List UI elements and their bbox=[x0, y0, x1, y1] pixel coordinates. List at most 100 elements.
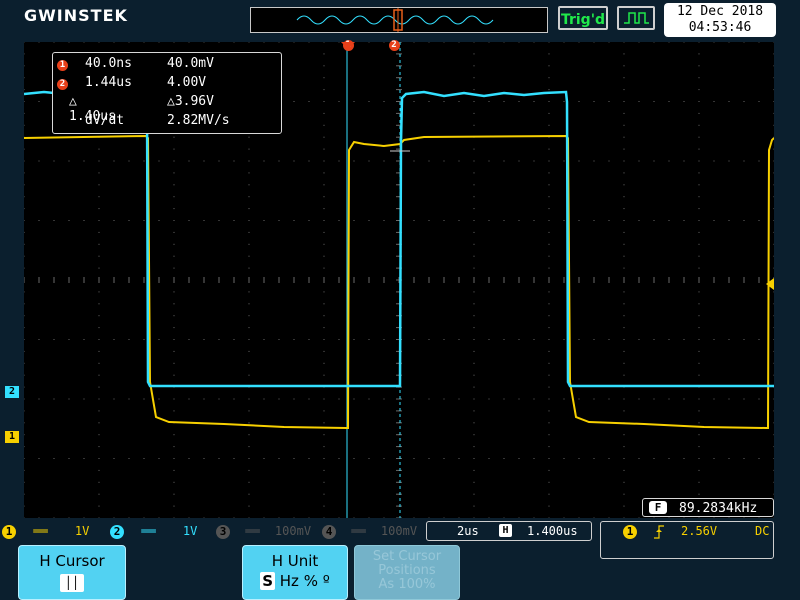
grid-dot bbox=[323, 422, 325, 424]
channel-1-ground-marker[interactable]: 1 bbox=[5, 431, 19, 443]
grid-dot bbox=[653, 398, 655, 400]
trigger-mode-pulse-icon[interactable] bbox=[617, 6, 655, 30]
grid-dot bbox=[323, 517, 325, 518]
grid-dot bbox=[158, 517, 160, 518]
grid-dot bbox=[248, 434, 250, 436]
grid-dot bbox=[98, 505, 100, 507]
grid-dot bbox=[323, 112, 325, 114]
grid-dot bbox=[308, 42, 310, 43]
grid-dot bbox=[383, 160, 385, 162]
grid-dot bbox=[218, 339, 220, 340]
grid-dot bbox=[698, 398, 700, 400]
channel-2-status[interactable]: 2 ══ 1V bbox=[110, 521, 197, 541]
grid-dot bbox=[563, 160, 565, 162]
grid-dot bbox=[443, 101, 445, 102]
set-cursor-positions-softkey[interactable]: Set Cursor Positions As 100% bbox=[354, 545, 460, 600]
channel-2-ground-marker[interactable]: 2 bbox=[5, 386, 19, 398]
grid-dot bbox=[323, 410, 325, 412]
grid-dot bbox=[143, 398, 145, 400]
trigger-panel[interactable]: 1 2.56V DC bbox=[600, 521, 774, 559]
grid-dot bbox=[323, 148, 325, 150]
channel-1-status[interactable]: 1 ══ 1V bbox=[2, 521, 89, 541]
grid-dot bbox=[98, 220, 100, 221]
channel-4-status[interactable]: 4 ══ 100mV bbox=[322, 521, 417, 541]
grid-dot bbox=[773, 446, 774, 448]
grid-dot bbox=[593, 458, 595, 459]
grid-dot bbox=[98, 291, 100, 293]
grid-dot bbox=[368, 398, 370, 400]
grid-dot bbox=[24, 398, 25, 400]
grid-dot bbox=[263, 220, 265, 221]
grid-dot bbox=[668, 42, 670, 43]
grid-dot bbox=[233, 517, 235, 518]
grid-dot bbox=[668, 220, 670, 221]
grid-dot bbox=[773, 172, 774, 174]
grid-dot bbox=[698, 493, 700, 495]
grid-dot bbox=[473, 160, 475, 162]
grid-dot bbox=[248, 446, 250, 448]
grid-dot bbox=[698, 112, 700, 114]
grid-dot bbox=[278, 42, 280, 43]
grid-dot bbox=[248, 255, 250, 257]
grid-dot bbox=[773, 42, 774, 43]
grid-dot bbox=[683, 160, 685, 162]
grid-dot bbox=[473, 53, 475, 55]
grid-dot bbox=[578, 101, 580, 102]
grid-dot bbox=[218, 42, 220, 43]
channel-3-status[interactable]: 3 ══ 100mV bbox=[216, 521, 311, 541]
grid-dot bbox=[548, 77, 550, 79]
grid-dot bbox=[623, 148, 625, 150]
grid-dot bbox=[773, 124, 774, 126]
grid-dot bbox=[323, 267, 325, 269]
grid-dot bbox=[623, 124, 625, 126]
grid-dot bbox=[548, 315, 550, 317]
grid-dot bbox=[353, 160, 355, 162]
grid-dot bbox=[293, 42, 295, 43]
grid-dot bbox=[323, 231, 325, 233]
grid-dot bbox=[503, 517, 505, 518]
grid-dot bbox=[113, 398, 115, 400]
cursor-2-marker[interactable]: 2 bbox=[387, 39, 401, 51]
grid-dot bbox=[308, 398, 310, 400]
grid-dot bbox=[203, 458, 205, 459]
grid-dot bbox=[548, 112, 550, 114]
grid-dot bbox=[713, 458, 715, 459]
trigger-level-marker-icon[interactable] bbox=[766, 278, 774, 290]
grid-dot bbox=[773, 148, 774, 150]
grid-dot bbox=[578, 220, 580, 221]
h-cursor-softkey[interactable]: H Cursor ││ bbox=[18, 545, 126, 600]
grid-dot bbox=[473, 89, 475, 91]
grid-dot bbox=[158, 458, 160, 459]
grid-dot bbox=[443, 517, 445, 518]
timebase-panel[interactable]: 2us H 1.400us bbox=[426, 521, 592, 541]
grid-dot bbox=[173, 291, 175, 293]
grid-dot bbox=[323, 243, 325, 245]
grid-dot bbox=[443, 42, 445, 43]
grid-dot bbox=[323, 434, 325, 436]
grid-dot bbox=[413, 339, 415, 340]
grid-dot bbox=[173, 315, 175, 317]
grid-dot bbox=[473, 267, 475, 269]
grid-dot bbox=[24, 493, 25, 495]
h-unit-softkey[interactable]: H Unit S Hz % º bbox=[242, 545, 348, 600]
grid-dot bbox=[548, 386, 550, 388]
grid-dot bbox=[98, 350, 100, 352]
grid-dot bbox=[548, 458, 550, 459]
grid-dot bbox=[773, 267, 774, 269]
memory-timeline-bar[interactable] bbox=[250, 7, 548, 33]
grid-dot bbox=[518, 517, 520, 518]
grid-dot bbox=[758, 160, 760, 162]
grid-dot bbox=[503, 220, 505, 221]
grid-dot bbox=[368, 160, 370, 162]
grid-dot bbox=[24, 517, 25, 518]
grid-dot bbox=[113, 517, 115, 518]
grid-dot bbox=[773, 350, 774, 352]
trigger-source-badge: 1 bbox=[623, 525, 637, 539]
grid-dot bbox=[533, 517, 535, 518]
grid-dot bbox=[653, 220, 655, 221]
grid-dot bbox=[758, 42, 760, 43]
grid-dot bbox=[323, 303, 325, 305]
delta-volt: △3.96V bbox=[167, 94, 214, 109]
grid-dot bbox=[548, 398, 550, 400]
grid-dot bbox=[698, 124, 700, 126]
